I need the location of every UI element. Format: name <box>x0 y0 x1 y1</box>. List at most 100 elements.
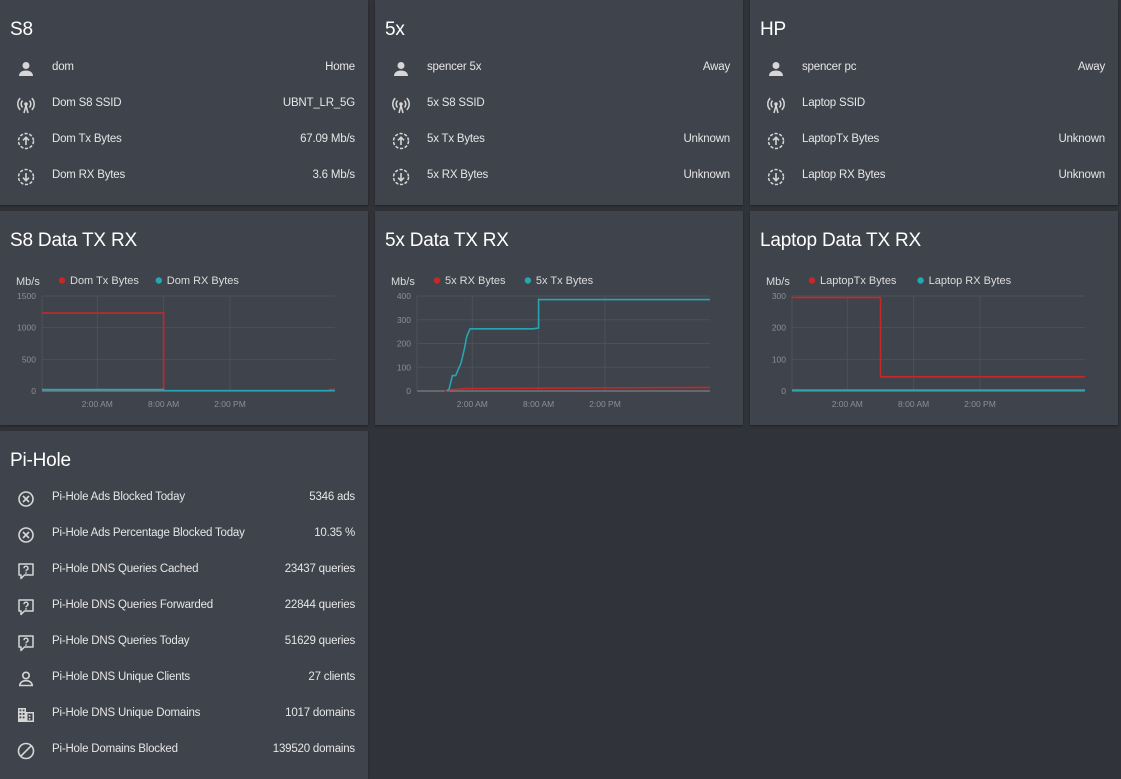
x-tick-label: 2:00 AM <box>457 399 488 409</box>
entity-value: UBNT_LR_5G <box>282 97 355 109</box>
y-tick-label: 500 <box>22 354 36 364</box>
x-tick-label: 2:00 PM <box>964 399 996 409</box>
y-axis-unit: Mb/s <box>391 276 415 288</box>
series-line-0[interactable] <box>792 296 1085 378</box>
entity-value: 22844 queries <box>284 599 355 611</box>
block-circle-icon <box>16 525 36 545</box>
entity-row[interactable]: dom Home <box>0 51 368 87</box>
x-tick-label: 8:00 AM <box>148 399 179 409</box>
entity-row[interactable]: Pi-Hole DNS Unique Clients 27 clients <box>0 661 368 697</box>
x-tick-label: 2:00 AM <box>832 399 863 409</box>
entity-value: Home <box>325 61 355 73</box>
question-bubble-icon <box>16 633 36 653</box>
card-s8: S8 dom Home Dom S8 SSID UBNT_LR_5G Dom Tx By… <box>0 0 368 205</box>
question-bubble-icon <box>16 561 36 581</box>
entity-value: 5346 ads <box>309 491 355 503</box>
chart-card-5x: 5x Data TX RX Mb/s 5x RX Bytes 5x Tx Bytes… <box>375 211 743 425</box>
entity-row[interactable]: 5x S8 SSID <box>375 87 743 123</box>
card-pihole: Pi-Hole Pi-Hole Ads Blocked Today 5346 ad… <box>0 431 368 779</box>
entity-value: Away <box>1077 61 1105 73</box>
x-tick-label: 2:00 AM <box>82 399 113 409</box>
legend-entry[interactable]: Dom Tx Bytes <box>70 275 139 287</box>
chart-5x-data[interactable]: Mb/s 5x RX Bytes 5x Tx Bytes 0 100 200 300 400 2… <box>375 211 743 425</box>
download-icon <box>766 167 786 187</box>
legend-swatch <box>808 277 816 284</box>
chart-s8-data[interactable]: Mb/s Dom Tx Bytes Dom RX Bytes 0 500 1000 1500… <box>0 211 368 425</box>
entity-value: 3.6 Mb/s <box>312 169 355 181</box>
upload-icon <box>16 131 36 151</box>
entity-row[interactable]: Pi-Hole Ads Blocked Today 5346 ads <box>0 481 368 517</box>
entity-value: Unknown <box>683 169 730 181</box>
upload-icon <box>391 131 411 151</box>
y-tick-label: 200 <box>772 323 786 333</box>
entity-row[interactable]: Pi-Hole DNS Unique Domains 1017 domains <box>0 697 368 733</box>
upload-icon <box>766 131 786 151</box>
entity-value: Unknown <box>683 133 730 145</box>
entity-value: 139520 domains <box>272 743 355 755</box>
series-line-0[interactable] <box>444 386 711 392</box>
wifi-icon <box>16 95 36 115</box>
series-line-1[interactable] <box>446 298 710 392</box>
entity-row[interactable]: Pi-Hole Ads Percentage Blocked Today 10.3… <box>0 517 368 553</box>
y-tick-label: 0 <box>31 386 36 396</box>
card-title: S8 <box>10 19 33 40</box>
entity-label: Pi-Hole DNS Queries Cached <box>52 563 199 575</box>
card-title: Pi-Hole <box>10 450 71 471</box>
entity-label: Pi-Hole DNS Unique Domains <box>52 707 201 719</box>
entity-label: Laptop RX Bytes <box>802 169 886 181</box>
legend-swatch <box>524 277 532 284</box>
legend-entry[interactable]: Laptop RX Bytes <box>929 275 1012 287</box>
entity-row[interactable]: Pi-Hole DNS Queries Cached 23437 queries <box>0 553 368 589</box>
entity-row[interactable]: Laptop RX Bytes Unknown <box>750 159 1118 195</box>
entity-value: 51629 queries <box>284 635 355 647</box>
entity-row[interactable]: Laptop SSID <box>750 87 1118 123</box>
legend-entry[interactable]: 5x Tx Bytes <box>536 275 594 287</box>
entity-label: Pi-Hole Ads Percentage Blocked Today <box>52 527 245 539</box>
card-title: 5x <box>385 19 405 40</box>
entity-value: Away <box>702 61 730 73</box>
person-icon <box>391 59 411 79</box>
y-tick-label: 400 <box>397 291 411 301</box>
entity-label: Pi-Hole DNS Queries Today <box>52 635 190 647</box>
question-bubble-icon <box>16 597 36 617</box>
entity-value: 67.09 Mb/s <box>300 133 355 145</box>
y-tick-label: 100 <box>397 362 411 372</box>
entity-row[interactable]: 5x Tx Bytes Unknown <box>375 123 743 159</box>
entity-row[interactable]: Dom RX Bytes 3.6 Mb/s <box>0 159 368 195</box>
entity-value: 23437 queries <box>284 563 355 575</box>
entity-row[interactable]: 5x RX Bytes Unknown <box>375 159 743 195</box>
entity-label: Pi-Hole Domains Blocked <box>52 743 178 755</box>
x-tick-label: 8:00 AM <box>523 399 554 409</box>
entity-label: 5x RX Bytes <box>427 169 489 181</box>
entity-row[interactable]: Pi-Hole DNS Queries Today 51629 queries <box>0 625 368 661</box>
legend-swatch <box>58 277 66 284</box>
y-tick-label: 300 <box>397 315 411 325</box>
x-tick-label: 2:00 PM <box>589 399 621 409</box>
legend-entry[interactable]: Dom RX Bytes <box>167 275 240 287</box>
person-icon <box>766 59 786 79</box>
entity-row[interactable]: LaptopTx Bytes Unknown <box>750 123 1118 159</box>
chart-laptop-data[interactable]: Mb/s LaptopTx Bytes Laptop RX Bytes 0 100 200… <box>750 211 1118 425</box>
entity-label: Pi-Hole DNS Queries Forwarded <box>52 599 214 611</box>
entity-label: Dom Tx Bytes <box>52 133 122 145</box>
series-line-0[interactable] <box>42 312 335 392</box>
legend-swatch <box>155 277 162 284</box>
entity-row[interactable]: Dom S8 SSID UBNT_LR_5G <box>0 87 368 123</box>
legend-entry[interactable]: 5x RX Bytes <box>445 275 506 287</box>
card-hp: HP spencer pc Away Laptop SSID LaptopTx Byt… <box>750 0 1118 205</box>
entity-value: 10.35 % <box>314 527 355 539</box>
entity-row[interactable]: Pi-Hole DNS Queries Forwarded 22844 queri… <box>0 589 368 625</box>
entity-row[interactable]: spencer pc Away <box>750 51 1118 87</box>
x-tick-label: 8:00 AM <box>898 399 929 409</box>
entity-row[interactable]: Dom Tx Bytes 67.09 Mb/s <box>0 123 368 159</box>
entity-row[interactable]: Pi-Hole Domains Blocked 139520 domains <box>0 733 368 769</box>
chart-card-laptop: Laptop Data TX RX Mb/s LaptopTx Bytes Lapt… <box>750 211 1118 425</box>
chart-card-s8: S8 Data TX RX Mb/s Dom Tx Bytes Dom RX Byt… <box>0 211 368 425</box>
entity-value: Unknown <box>1058 133 1105 145</box>
legend-entry[interactable]: LaptopTx Bytes <box>820 275 897 287</box>
entity-row[interactable]: spencer 5x Away <box>375 51 743 87</box>
y-axis-unit: Mb/s <box>16 276 40 288</box>
y-tick-label: 0 <box>781 386 786 396</box>
card-5x: 5x spencer 5x Away 5x S8 SSID 5x Tx Bytes Un… <box>375 0 743 205</box>
entity-label: dom <box>52 61 74 73</box>
